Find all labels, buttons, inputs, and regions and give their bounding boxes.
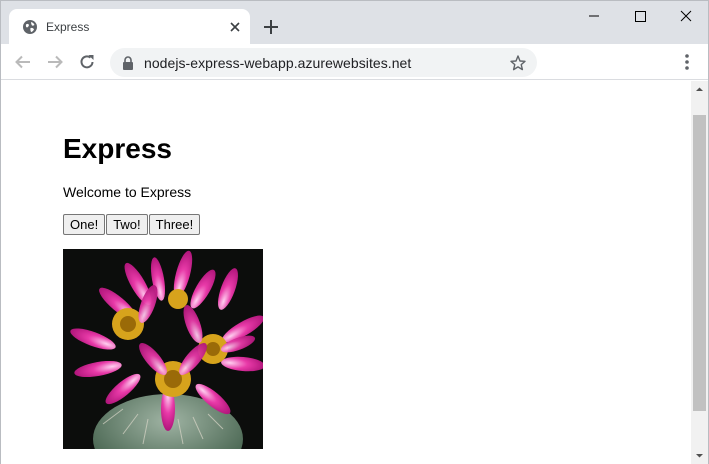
tab-close-icon[interactable] <box>227 19 243 35</box>
vertical-scrollbar[interactable] <box>691 81 708 464</box>
forward-arrow-icon[interactable] <box>45 52 65 72</box>
address-bar[interactable]: nodejs-express-webapp.azurewebsites.net <box>110 48 537 77</box>
close-icon[interactable] <box>663 1 709 31</box>
tab-title: Express <box>46 20 90 34</box>
scroll-down-arrow-icon[interactable] <box>691 447 708 464</box>
browser-toolbar: nodejs-express-webapp.azurewebsites.net <box>1 44 708 80</box>
one-button[interactable]: One! <box>63 214 106 235</box>
two-button[interactable]: Two! <box>106 214 148 235</box>
url-text[interactable]: nodejs-express-webapp.azurewebsites.net <box>144 55 411 71</box>
minimize-icon[interactable] <box>571 1 617 31</box>
lock-icon[interactable] <box>122 56 134 70</box>
plus-icon[interactable] <box>261 17 281 37</box>
page-viewport: Express Welcome to Express One! Two! Thr… <box>1 81 691 464</box>
page-title: Express <box>63 133 172 164</box>
button-group: One! Two! Three! <box>63 214 201 235</box>
back-arrow-icon[interactable] <box>13 52 33 72</box>
reload-icon[interactable] <box>77 52 97 72</box>
globe-icon <box>23 20 37 34</box>
browser-window: Express nodejs-express-webapp.azurewebsi… <box>0 0 709 464</box>
welcome-text: Welcome to Express <box>63 184 192 200</box>
cactus-flower-image <box>63 249 263 449</box>
scrollbar-thumb[interactable] <box>693 115 706 411</box>
three-button[interactable]: Three! <box>148 214 201 235</box>
star-icon[interactable] <box>509 54 527 72</box>
tab-strip: Express <box>1 1 708 44</box>
kebab-menu-icon[interactable] <box>677 52 697 72</box>
scroll-up-arrow-icon[interactable] <box>691 81 708 98</box>
maximize-icon[interactable] <box>617 1 663 31</box>
tab-express[interactable]: Express <box>9 9 250 44</box>
